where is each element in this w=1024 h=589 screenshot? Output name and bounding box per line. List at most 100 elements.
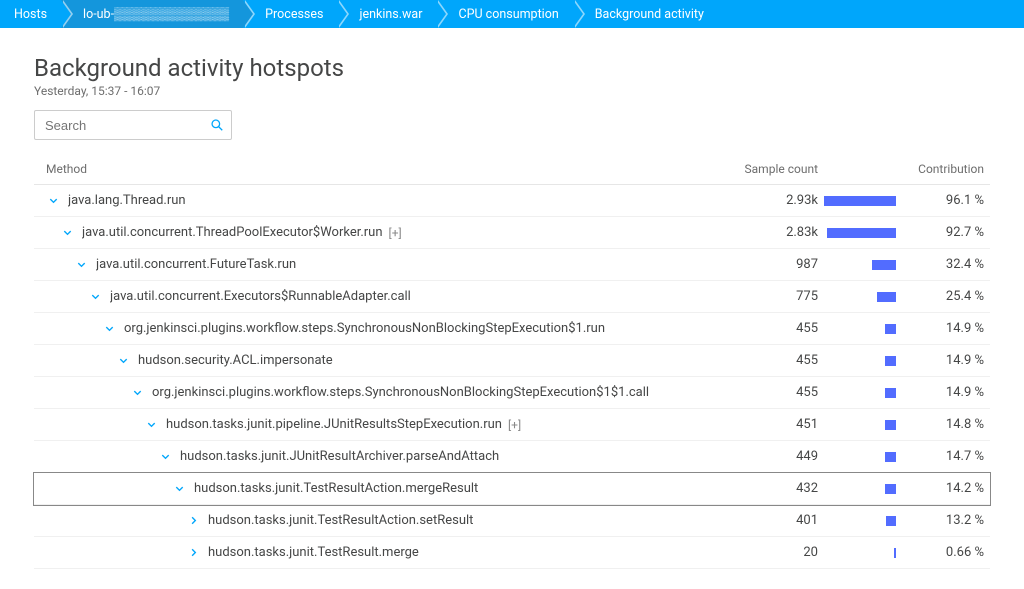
page-title: Background activity hotspots bbox=[34, 54, 990, 82]
contribution-pct: 92.7 % bbox=[910, 225, 990, 240]
contribution-bar bbox=[824, 484, 910, 494]
sample-count: 401 bbox=[724, 513, 824, 528]
table-body: java.lang.Thread.run 2.93k 96.1 % java.util… bbox=[34, 185, 990, 569]
col-method[interactable]: Method bbox=[46, 162, 724, 176]
breadcrumb-label: lo-ub-▒▒▒▒▒▒▒▒▒▒▒▒▒ bbox=[83, 7, 229, 22]
breadcrumb-background-activity[interactable]: Background activity bbox=[573, 0, 718, 28]
page-timerange: Yesterday, 15:37 - 16:07 bbox=[34, 84, 990, 98]
chevron-down-icon[interactable] bbox=[76, 259, 90, 270]
breadcrumb-label: CPU consumption bbox=[458, 7, 558, 22]
method-cell: hudson.tasks.junit.JUnitResultArchiver.p… bbox=[34, 449, 724, 464]
breadcrumb-host-instance[interactable]: lo-ub-▒▒▒▒▒▒▒▒▒▒▒▒▒ bbox=[61, 0, 243, 28]
method-name: org.jenkinsci.plugins.workflow.steps.Syn… bbox=[152, 385, 649, 400]
breadcrumb-label: Background activity bbox=[595, 7, 704, 22]
method-cell: hudson.tasks.junit.TestResultAction.merg… bbox=[34, 481, 724, 496]
sample-count: 20 bbox=[724, 545, 824, 560]
contribution-pct: 13.2 % bbox=[910, 513, 990, 528]
table-row[interactable]: org.jenkinsci.plugins.workflow.steps.Syn… bbox=[34, 377, 990, 409]
contribution-pct: 14.7 % bbox=[910, 449, 990, 464]
contribution-pct: 14.9 % bbox=[910, 353, 990, 368]
method-cell: hudson.tasks.junit.TestResult.merge bbox=[34, 545, 724, 560]
sample-count: 455 bbox=[724, 385, 824, 400]
table-row[interactable]: java.util.concurrent.FutureTask.run 987 32… bbox=[34, 249, 990, 281]
contribution-bar bbox=[824, 452, 910, 462]
contribution-pct: 96.1 % bbox=[910, 193, 990, 208]
sample-count: 432 bbox=[724, 481, 824, 496]
breadcrumb: Hosts lo-ub-▒▒▒▒▒▒▒▒▒▒▒▒▒ Processes jenk… bbox=[0, 0, 1024, 28]
chevron-down-icon[interactable] bbox=[62, 227, 76, 238]
method-name: java.util.concurrent.FutureTask.run bbox=[96, 257, 296, 272]
chevron-down-icon[interactable] bbox=[118, 355, 132, 366]
sample-count: 455 bbox=[724, 321, 824, 336]
method-name: java.util.concurrent.ThreadPoolExecutor$… bbox=[82, 225, 383, 240]
table-row[interactable]: hudson.security.ACL.impersonate 455 14.9 % bbox=[34, 345, 990, 377]
method-name: java.lang.Thread.run bbox=[68, 193, 186, 208]
breadcrumb-label: Hosts bbox=[14, 7, 47, 22]
sample-count: 775 bbox=[724, 289, 824, 304]
breadcrumb-label: Processes bbox=[265, 7, 323, 22]
chevron-down-icon[interactable] bbox=[104, 323, 118, 334]
table-row[interactable]: hudson.tasks.junit.JUnitResultArchiver.p… bbox=[34, 441, 990, 473]
contribution-bar bbox=[824, 388, 910, 398]
method-name: java.util.concurrent.Executors$RunnableA… bbox=[110, 289, 411, 304]
table-row[interactable]: hudson.tasks.junit.TestResultAction.merg… bbox=[34, 473, 990, 505]
breadcrumb-label: jenkins.war bbox=[359, 7, 422, 22]
contribution-pct: 25.4 % bbox=[910, 289, 990, 304]
search-icon[interactable] bbox=[210, 118, 224, 132]
table-row[interactable]: org.jenkinsci.plugins.workflow.steps.Syn… bbox=[34, 313, 990, 345]
contribution-pct: 14.2 % bbox=[910, 481, 990, 496]
sample-count: 455 bbox=[724, 353, 824, 368]
table-row[interactable]: hudson.tasks.junit.TestResult.merge20 0.6… bbox=[34, 537, 990, 569]
contribution-bar bbox=[824, 548, 910, 558]
search-input[interactable] bbox=[34, 110, 232, 140]
method-name: hudson.tasks.junit.pipeline.JUnitResults… bbox=[166, 417, 502, 432]
contribution-pct: 14.8 % bbox=[910, 417, 990, 432]
table-row[interactable]: java.util.concurrent.ThreadPoolExecutor$… bbox=[34, 217, 990, 249]
table-row[interactable]: hudson.tasks.junit.TestResultAction.setR… bbox=[34, 505, 990, 537]
chevron-down-icon[interactable] bbox=[90, 291, 104, 302]
sample-count: 449 bbox=[724, 449, 824, 464]
sample-count: 987 bbox=[724, 257, 824, 272]
method-cell: hudson.security.ACL.impersonate bbox=[34, 353, 724, 368]
sample-count: 2.93k bbox=[724, 193, 824, 208]
method-cell: org.jenkinsci.plugins.workflow.steps.Syn… bbox=[34, 321, 724, 336]
col-contribution[interactable]: Contribution bbox=[910, 162, 990, 176]
table-row[interactable]: java.util.concurrent.Executors$RunnableA… bbox=[34, 281, 990, 313]
method-cell: hudson.tasks.junit.TestResultAction.setR… bbox=[34, 513, 724, 528]
breadcrumb-jenkins-war[interactable]: jenkins.war bbox=[337, 0, 436, 28]
chevron-right-icon[interactable] bbox=[188, 515, 202, 526]
sample-count: 2.83k bbox=[724, 225, 824, 240]
chevron-down-icon[interactable] bbox=[146, 419, 160, 430]
table-row[interactable]: hudson.tasks.junit.pipeline.JUnitResults… bbox=[34, 409, 990, 441]
chevron-down-icon[interactable] bbox=[174, 483, 188, 494]
table-header: Method Sample count Contribution bbox=[34, 156, 990, 185]
expand-badge[interactable]: [+] bbox=[389, 226, 402, 240]
contribution-pct: 32.4 % bbox=[910, 257, 990, 272]
chevron-down-icon[interactable] bbox=[132, 387, 146, 398]
method-cell: org.jenkinsci.plugins.workflow.steps.Syn… bbox=[34, 385, 724, 400]
contribution-bar bbox=[824, 420, 910, 430]
contribution-pct: 0.66 % bbox=[910, 545, 990, 560]
search-wrap bbox=[34, 110, 232, 140]
method-name: hudson.security.ACL.impersonate bbox=[138, 353, 333, 368]
breadcrumb-hosts[interactable]: Hosts bbox=[0, 0, 61, 28]
expand-badge[interactable]: [+] bbox=[508, 418, 521, 432]
contribution-pct: 14.9 % bbox=[910, 385, 990, 400]
table-row[interactable]: java.lang.Thread.run 2.93k 96.1 % bbox=[34, 185, 990, 217]
chevron-down-icon[interactable] bbox=[48, 195, 62, 206]
sample-count: 451 bbox=[724, 417, 824, 432]
breadcrumb-cpu-consumption[interactable]: CPU consumption bbox=[436, 0, 572, 28]
breadcrumb-processes[interactable]: Processes bbox=[243, 0, 337, 28]
contribution-bar bbox=[824, 292, 910, 302]
method-cell: hudson.tasks.junit.pipeline.JUnitResults… bbox=[34, 417, 724, 432]
col-sample[interactable]: Sample count bbox=[724, 162, 824, 176]
contribution-bar bbox=[824, 516, 910, 526]
contribution-bar bbox=[824, 260, 910, 270]
method-cell: java.util.concurrent.ThreadPoolExecutor$… bbox=[34, 225, 724, 240]
chevron-right-icon[interactable] bbox=[188, 547, 202, 558]
contribution-bar bbox=[824, 356, 910, 366]
contribution-bar bbox=[824, 196, 910, 206]
method-name: hudson.tasks.junit.JUnitResultArchiver.p… bbox=[180, 449, 499, 464]
chevron-down-icon[interactable] bbox=[160, 451, 174, 462]
method-name: hudson.tasks.junit.TestResultAction.setR… bbox=[208, 513, 473, 528]
